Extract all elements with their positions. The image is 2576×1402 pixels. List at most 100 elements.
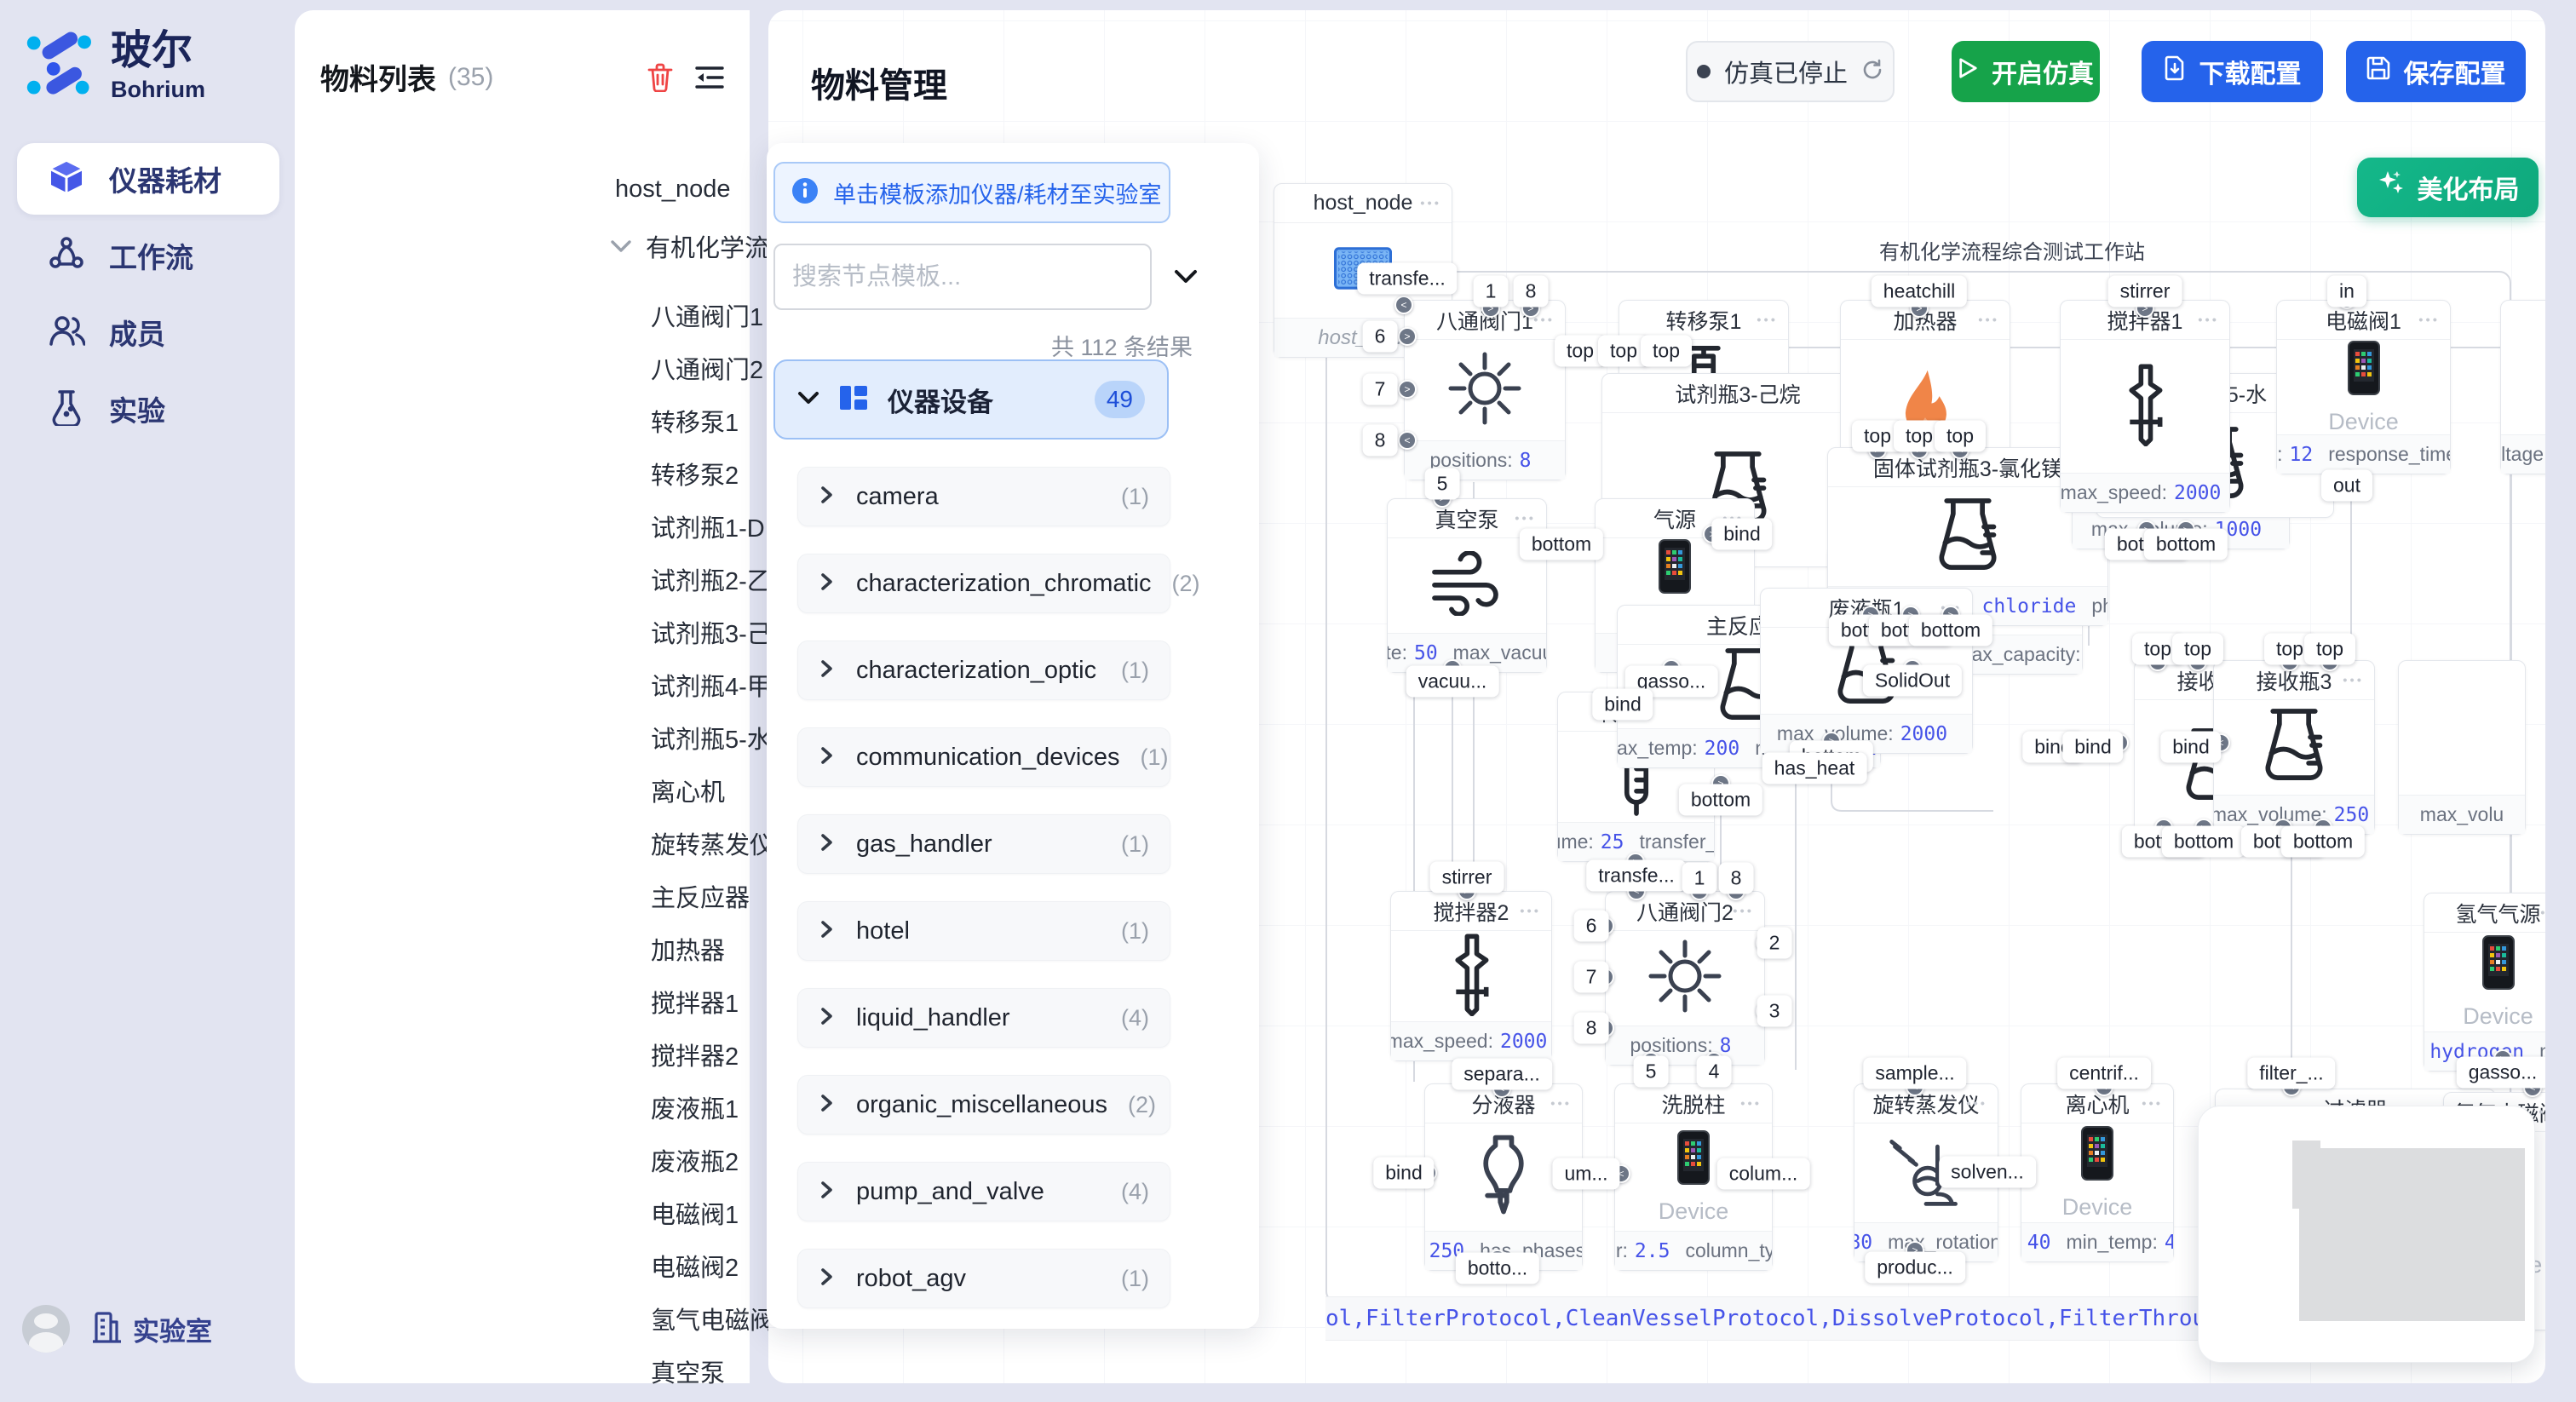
port-pill-separa[interactable]: separa... [1452,1059,1552,1090]
tree-item[interactable]: 氢气电磁阀 [651,1297,774,1340]
port-pill-stirrer[interactable]: stirrer [1430,862,1504,893]
tree-item[interactable]: 搅拌器2 [651,1033,739,1076]
port-pill-produc[interactable]: produc... [1865,1252,1965,1284]
tree-item[interactable]: 转移泵2 [651,452,739,495]
tree-item[interactable]: 转移泵1 [651,399,739,442]
port-pill-gasso[interactable]: gasso... [2457,1057,2545,1089]
search-template-input[interactable] [773,244,1152,310]
port-connector-icon[interactable]: < [1398,431,1417,450]
port-pill-2[interactable]: 2 [1757,928,1792,959]
canvas-node-vac[interactable]: 真空泵•••pump_rate:50max_vacuum:0.1 [1387,498,1547,673]
port-pill-centrif[interactable]: centrif... [2057,1058,2151,1089]
collapse-list-icon[interactable] [695,65,724,90]
node-menu-icon[interactable]: ••• [1740,1096,1762,1111]
port-pill-top[interactable]: top [1641,336,1692,367]
tree-item[interactable]: 废液瓶1 [651,1086,739,1129]
port-pill-stirrer[interactable]: stirrer [2108,276,2182,307]
port-connector-icon[interactable]: < [1394,296,1413,314]
port-pill-out[interactable]: out [2321,470,2372,502]
node-menu-icon[interactable]: ••• [2540,905,2545,920]
canvas-node-recv4[interactable]: max_volu [2398,660,2526,835]
port-pill-1[interactable]: 1 [1682,863,1717,894]
canvas-node-valve8_1[interactable]: 八通阀门1•••positions:8 [1404,300,1566,480]
sidebar-item-workflow[interactable]: 工作流 [17,220,279,291]
port-pill-bind[interactable]: bind [2160,732,2221,763]
port-pill-6[interactable]: 6 [1574,911,1609,942]
sidebar-item-instruments[interactable]: 仪器耗材 [17,143,279,215]
tree-item[interactable]: 电磁阀2 [651,1244,739,1287]
port-pill-colum[interactable]: colum... [1717,1158,1810,1190]
port-pill-8[interactable]: 8 [1719,863,1754,894]
canvas-node-sol1[interactable]: 电磁阀1•••Devicevoltage:12response_time:0.1 [2276,300,2451,474]
node-menu-icon[interactable]: ••• [1757,313,1778,327]
port-pill-5[interactable]: 5 [1425,468,1460,500]
category-instrument-devices[interactable]: 仪器设备 49 [773,359,1169,440]
node-menu-icon[interactable]: ••• [1515,511,1536,526]
port-pill-4[interactable]: 4 [1697,1056,1732,1088]
node-menu-icon[interactable]: ••• [2142,1096,2163,1111]
template-item-pump_and_valve[interactable]: pump_and_valve(4) [797,1162,1170,1221]
canvas-node-stirrer1[interactable]: 搅拌器1•••max_speed:2000 [2060,300,2230,513]
template-item-hotel[interactable]: hotel(1) [797,901,1170,961]
node-menu-icon[interactable]: ••• [1978,313,1999,327]
beautify-layout-button[interactable]: 美化布局 [2357,158,2539,217]
template-item-characterization_chromatic[interactable]: characterization_chromatic(2) [797,554,1170,613]
tree-item[interactable]: 真空泵 [651,1350,725,1393]
tree-item[interactable]: 八通阀门1 [651,294,763,336]
port-pill-bottom[interactable]: bottom [1679,784,1762,816]
port-pill-bind[interactable]: bind [2062,732,2123,763]
sidebar-item-experiments[interactable]: 实验 [17,373,279,445]
port-connector-icon[interactable]: > [1398,380,1417,399]
template-item-gas_handler[interactable]: gas_handler(1) [797,814,1170,874]
port-pill-top[interactable]: top [2304,634,2355,665]
trash-icon[interactable] [647,63,673,92]
port-pill-transfe[interactable]: transfe... [1357,263,1457,295]
canvas-node-recv3[interactable]: 接收瓶3•••max_volume:250 [2213,660,2375,835]
tree-item[interactable]: 主反应器 [651,875,750,917]
port-pill-bottom[interactable]: bottom [2144,529,2228,560]
port-pill-8[interactable]: 8 [1363,425,1398,457]
tree-item[interactable]: 试剂瓶5-水 [651,716,772,759]
port-pill-3[interactable]: 3 [1757,996,1792,1027]
port-pill-solven[interactable]: solven... [1939,1157,2036,1188]
node-menu-icon[interactable]: ••• [1420,196,1441,210]
port-connector-icon[interactable]: > [1398,327,1417,346]
template-item-communication_devices[interactable]: communication_devices(1) [797,727,1170,787]
node-menu-icon[interactable]: ••• [2343,673,2364,687]
node-menu-icon[interactable]: ••• [1520,904,1541,918]
template-item-characterization_optic[interactable]: characterization_optic(1) [797,641,1170,700]
node-menu-icon[interactable]: ••• [2418,313,2440,327]
minimap[interactable] [2198,1106,2535,1363]
port-pill-1[interactable]: 1 [1474,276,1509,307]
node-menu-icon[interactable]: ••• [1733,904,1754,918]
port-pill-6[interactable]: 6 [1363,321,1398,353]
node-menu-icon[interactable]: ••• [1550,1096,1572,1111]
node-menu-icon[interactable]: ••• [2198,313,2219,327]
lab-link[interactable]: 实验室 [90,1309,212,1349]
port-pill-5[interactable]: 5 [1634,1056,1669,1088]
port-pill-um[interactable]: um... [1552,1158,1619,1190]
port-pill-bind[interactable]: bind [1373,1158,1434,1189]
canvas-node-sol2[interactable]: voltage:12 [2500,300,2545,474]
port-pill-heatchill[interactable]: heatchill [1872,276,1967,307]
canvas-node-h2gas[interactable]: 氢气气源•••Devicetype:hydrogenmax_pre [2424,893,2545,1072]
brand-logo[interactable]: 玻尔 Bohrium [26,31,205,103]
port-pill-8[interactable]: 8 [1514,276,1549,307]
port-pill-vacuu[interactable]: vacuu... [1406,666,1499,698]
tree-item-root[interactable]: host_node [615,168,730,210]
tree-item[interactable]: 搅拌器1 [651,980,739,1023]
port-pill-7[interactable]: 7 [1574,962,1609,993]
port-pill-bottom[interactable]: bottom [1909,615,1992,646]
tree-item[interactable]: 旋转蒸发仪 [651,822,774,865]
port-pill-7[interactable]: 7 [1363,374,1398,405]
node-menu-icon[interactable]: ••• [2539,1105,2545,1119]
port-pill-top[interactable]: top [1935,421,1986,452]
port-pill-bottom[interactable]: bottom [2162,826,2245,858]
template-item-camera[interactable]: camera(1) [797,467,1170,526]
tree-item[interactable]: 电磁阀1 [651,1192,739,1234]
template-item-organic_miscellaneous[interactable]: organic_miscellaneous(2) [797,1075,1170,1135]
tree-item[interactable]: 离心机 [651,769,725,812]
canvas-node-centrifuge[interactable]: 离心机•••Devicemax_temp:40min_temp:4max_spe [2021,1083,2174,1262]
tree-item[interactable]: 废液瓶2 [651,1139,739,1181]
port-pill-8[interactable]: 8 [1574,1013,1609,1044]
